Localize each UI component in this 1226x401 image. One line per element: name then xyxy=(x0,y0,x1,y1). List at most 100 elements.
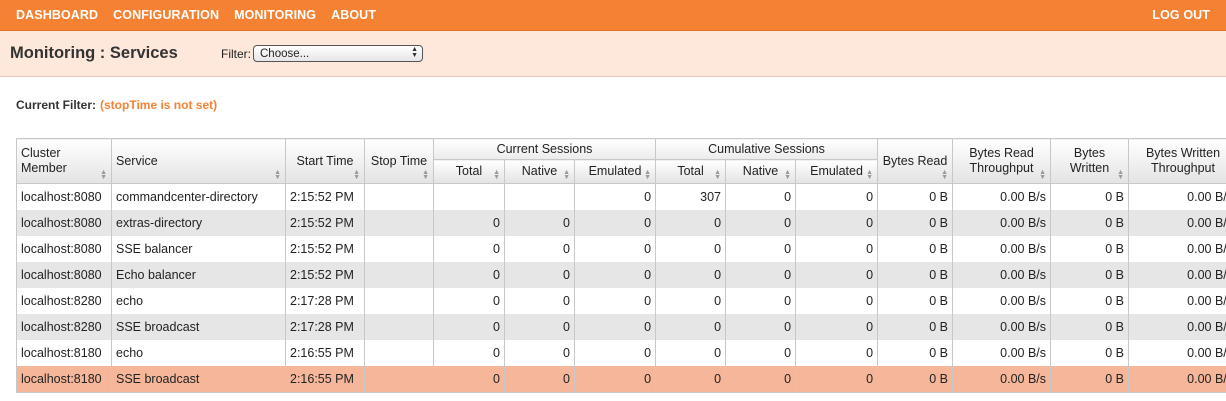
cell-stop-time xyxy=(364,288,434,314)
cell-current-native xyxy=(504,183,575,210)
filter-label: Filter: xyxy=(221,46,251,61)
sort-icon: ▲ ▼ xyxy=(100,169,107,181)
col-header-current-emulated[interactable]: Emulated ▲ ▼ xyxy=(573,159,657,184)
cell-service: SSE balancer xyxy=(111,236,286,262)
logout-link[interactable]: LOG OUT xyxy=(1152,8,1210,22)
col-header-bytes-read-throughput[interactable]: Bytes Read Throughput ▲ ▼ xyxy=(952,138,1052,184)
cell-bytes-read: 0 B xyxy=(877,210,954,236)
sort-icon: ▲ ▼ xyxy=(1039,169,1047,181)
cell-bytes-read-throughput: 0.00 B/s xyxy=(952,366,1052,393)
table-row[interactable]: localhost:8080 extras-directory 2:15:52 PM… xyxy=(16,210,1226,236)
cell-cumulative-total: 0 xyxy=(655,236,727,262)
col-header-bytes-written-throughput[interactable]: Bytes Written Throughput▲▼ xyxy=(1128,138,1226,184)
col-header-service[interactable]: Service ▲ ▼ xyxy=(111,138,286,184)
cell-bytes-written-throughput: 0.00 B/s xyxy=(1128,210,1226,236)
nav-dashboard[interactable]: DASHBOARD xyxy=(16,8,98,22)
col-header-cluster-member[interactable]: Cluster Member ▲ ▼ xyxy=(16,138,112,184)
cell-bytes-written-throughput: 0.00 B/s xyxy=(1128,314,1226,340)
cell-cumulative-emulated: 0 xyxy=(795,314,879,340)
col-header-bytes-read[interactable]: Bytes Read ▲ ▼ xyxy=(877,138,954,184)
nav-about[interactable]: ABOUT xyxy=(331,8,376,22)
nav-monitoring[interactable]: MONITORING xyxy=(234,8,316,22)
sort-icon: ▲ ▼ xyxy=(274,169,281,181)
cell-current-native: 0 xyxy=(504,236,575,262)
services-table: Cluster Member ▲ ▼ Service ▲ ▼ Start Time ▲ ▼ … xyxy=(16,138,1226,393)
current-filter-label: Current Filter: xyxy=(16,98,97,112)
table-row[interactable]: localhost:8080 SSE balancer 2:15:52 PM 0 0 0 0… xyxy=(16,236,1226,262)
cell-start-time: 2:17:28 PM xyxy=(285,288,365,314)
cell-bytes-written: 0 B xyxy=(1050,236,1130,262)
cell-bytes-written-throughput: 0.00 B/s xyxy=(1128,366,1226,393)
cell-bytes-written: 0 B xyxy=(1050,366,1130,393)
cell-current-total: 0 xyxy=(433,236,505,262)
table-row[interactable]: localhost:8080 Echo balancer 2:15:52 PM 0 0 0… xyxy=(16,262,1226,288)
cell-current-native: 0 xyxy=(504,262,575,288)
cell-bytes-written: 0 B xyxy=(1050,340,1130,366)
col-header-current-total[interactable]: Total ▲ ▼ xyxy=(433,159,505,184)
cell-bytes-read-throughput: 0.00 B/s xyxy=(952,236,1052,262)
current-filter: Current Filter: (stopTime is not set) xyxy=(16,98,217,112)
cell-current-emulated: 0 xyxy=(573,340,657,366)
top-nav-bar: DASHBOARD CONFIGURATION MONITORING ABOUT… xyxy=(0,0,1226,31)
cell-service: Echo balancer xyxy=(111,262,286,288)
col-header-current-native[interactable]: Native ▲ ▼ xyxy=(504,159,575,184)
table-row[interactable]: localhost:8080 commandcenter-directory 2:1… xyxy=(16,183,1226,210)
cell-cluster-member: localhost:8080 xyxy=(16,236,112,262)
cell-bytes-written: 0 B xyxy=(1050,262,1130,288)
sort-icon: ▲ ▼ xyxy=(353,169,360,181)
col-header-bytes-written[interactable]: Bytes Written ▲ ▼ xyxy=(1050,138,1130,184)
cell-cumulative-native: 0 xyxy=(725,210,797,236)
cell-start-time: 2:17:28 PM xyxy=(285,314,365,340)
cell-cluster-member: localhost:8280 xyxy=(16,288,112,314)
col-header-cumulative-emulated[interactable]: Emulated ▲ ▼ xyxy=(795,159,879,184)
cell-start-time: 2:15:52 PM xyxy=(285,236,365,262)
cell-cumulative-emulated: 0 xyxy=(795,340,879,366)
cell-stop-time xyxy=(364,210,434,236)
sort-icon: ▲ ▼ xyxy=(866,169,874,181)
col-header-cumulative-native[interactable]: Native ▲ ▼ xyxy=(725,159,797,184)
cell-cumulative-emulated: 0 xyxy=(795,183,879,210)
services-table-wrap: Cluster Member ▲ ▼ Service ▲ ▼ Start Time ▲ ▼ … xyxy=(16,138,1226,393)
col-header-cumulative-total[interactable]: Total ▲ ▼ xyxy=(655,159,727,184)
cell-cumulative-emulated: 0 xyxy=(795,288,879,314)
cell-current-emulated: 0 xyxy=(573,210,657,236)
cell-service: SSE broadcast xyxy=(111,366,286,393)
sort-icon: ▲ ▼ xyxy=(784,169,792,181)
sort-icon: ▲ ▼ xyxy=(493,169,500,181)
table-row[interactable]: localhost:8180 SSE broadcast 2:16:55 PM 0 0 0… xyxy=(16,366,1226,393)
cell-stop-time xyxy=(364,262,434,288)
cell-bytes-written-throughput: 0.00 B/s xyxy=(1128,340,1226,366)
cell-start-time: 2:16:55 PM xyxy=(285,340,365,366)
cell-current-emulated: 0 xyxy=(573,366,657,393)
cell-start-time: 2:15:52 PM xyxy=(285,262,365,288)
cell-service: commandcenter-directory xyxy=(111,183,286,210)
cell-cluster-member: localhost:8280 xyxy=(16,314,112,340)
filter-select[interactable]: Choose... ▲ ▼ xyxy=(253,45,423,62)
table-row[interactable]: localhost:8180 echo 2:16:55 PM 0 0 0 0 0 0 0 B 0.0… xyxy=(16,340,1226,366)
cell-bytes-written: 0 B xyxy=(1050,183,1130,210)
sort-icon: ▲ ▼ xyxy=(563,169,570,181)
cell-cumulative-emulated: 0 xyxy=(795,262,879,288)
cell-current-native: 0 xyxy=(504,210,575,236)
cell-cluster-member: localhost:8080 xyxy=(16,183,112,210)
cell-cumulative-native: 0 xyxy=(725,236,797,262)
cell-current-emulated: 0 xyxy=(573,262,657,288)
cell-service: echo xyxy=(111,340,286,366)
cell-bytes-read-throughput: 0.00 B/s xyxy=(952,340,1052,366)
cell-bytes-read: 0 B xyxy=(877,366,954,393)
cell-cumulative-native: 0 xyxy=(725,314,797,340)
cell-cumulative-emulated: 0 xyxy=(795,236,879,262)
cell-current-native: 0 xyxy=(504,314,575,340)
cell-cumulative-total: 0 xyxy=(655,262,727,288)
table-row[interactable]: localhost:8280 echo 2:17:28 PM 0 0 0 0 0 0 0 B 0.0… xyxy=(16,288,1226,314)
nav-configuration[interactable]: CONFIGURATION xyxy=(113,8,219,22)
cell-cumulative-emulated: 0 xyxy=(795,210,879,236)
col-header-stop-time[interactable]: Stop Time ▲ ▼ xyxy=(364,138,434,184)
cell-current-native: 0 xyxy=(504,366,575,393)
cell-current-total: 0 xyxy=(433,262,505,288)
cell-bytes-read-throughput: 0.00 B/s xyxy=(952,262,1052,288)
cell-bytes-read: 0 B xyxy=(877,314,954,340)
cell-cumulative-total: 0 xyxy=(655,340,727,366)
col-header-start-time[interactable]: Start Time ▲ ▼ xyxy=(285,138,365,184)
table-row[interactable]: localhost:8280 SSE broadcast 2:17:28 PM 0 0 0… xyxy=(16,314,1226,340)
